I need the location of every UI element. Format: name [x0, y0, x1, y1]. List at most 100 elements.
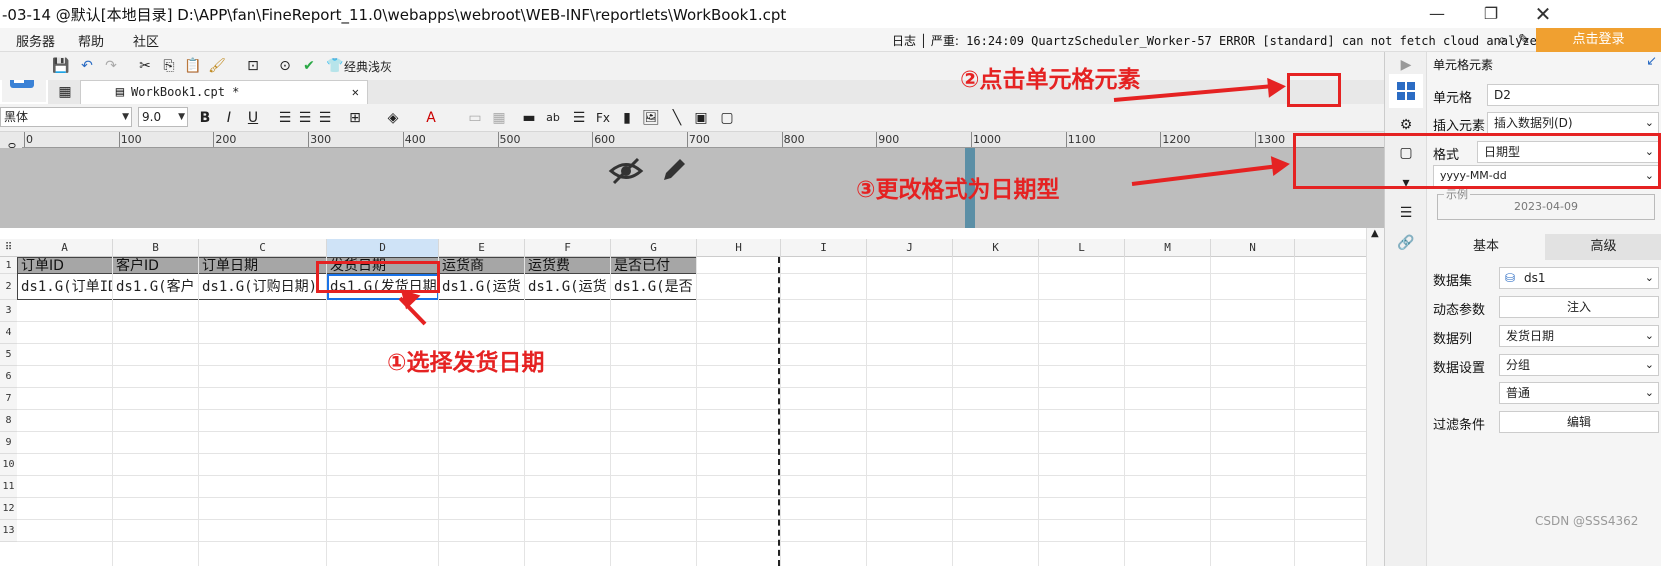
data-setting-select[interactable]: 分组 ⌄ — [1499, 354, 1659, 376]
row-header[interactable]: 1 — [0, 257, 17, 274]
row-header[interactable]: 6 — [0, 366, 17, 388]
fill-color-icon[interactable]: ◈ — [384, 109, 402, 127]
login-button[interactable]: 点击登录 — [1536, 28, 1661, 52]
insert-label: 插入元素 — [1433, 119, 1486, 134]
formula-icon[interactable]: Fx — [594, 109, 612, 127]
close-window-icon[interactable]: ✕ — [1532, 3, 1554, 25]
cell-b1[interactable]: 客户ID — [113, 257, 199, 274]
cell-g1[interactable]: 是否已付 — [611, 257, 697, 274]
cell-e2[interactable]: ds1.G(运货 — [439, 274, 525, 300]
datacol-select[interactable]: 发货日期 ⌄ — [1499, 325, 1659, 347]
file-tab[interactable]: ▤ WorkBook1.cpt * ✕ — [80, 80, 368, 104]
tab-advanced[interactable]: 高级 — [1545, 234, 1661, 260]
vertical-scrollbar[interactable]: ▲ — [1366, 228, 1384, 566]
insert-select[interactable]: 插入数据列(D) ⌄ — [1487, 112, 1659, 134]
border-icon[interactable]: ⊞ — [346, 109, 364, 127]
ruler-tick: 800 — [783, 133, 805, 146]
font-size-select[interactable]: 9.0 ▼ — [138, 107, 188, 127]
row-header[interactable]: 9 — [0, 432, 17, 454]
row-header[interactable]: 13 — [0, 520, 17, 542]
close-tab-icon[interactable]: ✕ — [352, 81, 359, 103]
theme-label[interactable]: 经典浅灰 — [344, 58, 392, 75]
paste-icon[interactable]: 📋 — [184, 57, 202, 75]
undo-icon[interactable]: ↶ — [78, 57, 96, 75]
chart-icon[interactable]: ▮ — [618, 109, 636, 127]
row-header[interactable]: 8 — [0, 410, 17, 432]
cell-border-icon[interactable]: ▢ — [718, 109, 736, 127]
cell-b2[interactable]: ds1.G(客户 — [113, 274, 199, 300]
arrowhead-step2 — [1267, 76, 1287, 98]
cell-g2[interactable]: ds1.G(是否 — [611, 274, 697, 300]
theme-icon[interactable]: 👕 — [326, 57, 344, 75]
insert-text-icon[interactable]: ▬ — [520, 109, 538, 127]
preview-icon[interactable]: ⊙ — [276, 57, 294, 75]
row-header[interactable]: 4 — [0, 322, 17, 344]
save-icon[interactable]: 💾 — [52, 57, 70, 75]
cell-f1[interactable]: 运货费 — [525, 257, 611, 274]
rich-text-icon[interactable]: ☰ — [570, 109, 588, 127]
ruler-line — [1065, 132, 1067, 147]
inject-button[interactable]: 注入 — [1499, 296, 1659, 318]
font-color-icon[interactable]: A — [422, 109, 440, 127]
cell-field[interactable]: D2 — [1487, 84, 1659, 106]
cell-f2[interactable]: ds1.G(运货 — [525, 274, 611, 300]
row-header[interactable]: 7 — [0, 388, 17, 410]
pencil-icon[interactable] — [658, 154, 690, 186]
edit-icon[interactable]: ✎ — [1515, 31, 1533, 49]
row-header[interactable]: 2 — [0, 274, 17, 300]
merge-icon[interactable]: ▭ — [466, 109, 484, 127]
grid-line — [438, 257, 439, 566]
format-painter-icon[interactable]: 🖌 — [208, 57, 226, 75]
copy-icon[interactable]: ⎘ — [160, 57, 178, 75]
hyperlink-icon[interactable]: 🔗 — [1397, 234, 1415, 252]
image-icon[interactable]: 🖼 — [642, 109, 660, 127]
cell-element-tab[interactable] — [1389, 74, 1423, 108]
sub-report-icon[interactable]: ▣ — [692, 109, 710, 127]
align-right-icon[interactable]: ☰ — [316, 109, 334, 127]
italic-icon[interactable]: I — [220, 109, 238, 127]
cell-e1[interactable]: 运货商 — [439, 257, 525, 274]
row-header[interactable]: 3 — [0, 300, 17, 322]
maximize-icon[interactable]: ❐ — [1480, 3, 1502, 25]
row-header[interactable]: 10 — [0, 454, 17, 476]
cell-a2[interactable]: ds1.G(订单ID — [17, 274, 113, 300]
align-left-icon[interactable]: ☰ — [276, 109, 294, 127]
row-header[interactable]: 11 — [0, 476, 17, 498]
pin-icon[interactable]: ↙ — [1646, 54, 1657, 69]
cell-c2[interactable]: ds1.G(订购日期) — [199, 274, 327, 300]
ruler-tick: 400 — [404, 133, 426, 146]
row-header[interactable]: 12 — [0, 498, 17, 520]
cell-attribute-icon[interactable]: ⚙ — [1397, 116, 1415, 134]
font-select[interactable]: 黑体 ▼ — [0, 107, 132, 127]
row-header[interactable]: 5 — [0, 344, 17, 366]
font-size-value: 9.0 — [142, 110, 162, 124]
align-center-icon[interactable]: ☰ — [296, 109, 314, 127]
slash-icon[interactable]: ╲ — [668, 109, 686, 127]
menu-server[interactable]: 服务器 — [16, 31, 55, 50]
insert-ab-icon[interactable]: ab — [544, 109, 562, 127]
dataset-select[interactable]: ⛁ ds1 ⌄ — [1499, 267, 1659, 289]
minimize-icon[interactable]: — — [1426, 3, 1448, 25]
menu-help[interactable]: 帮助 — [78, 31, 104, 50]
grid-line — [198, 257, 199, 566]
condition-icon[interactable]: ☰ — [1397, 204, 1415, 222]
underline-icon[interactable]: U — [244, 109, 262, 127]
redo-icon[interactable]: ↷ — [102, 57, 120, 75]
cell-a1[interactable]: 订单ID — [17, 257, 113, 274]
collapse-arrow-icon[interactable]: ▶ — [1397, 56, 1415, 74]
unmerge-icon[interactable]: ▦ — [490, 109, 508, 127]
check-icon[interactable]: ✔ — [300, 57, 318, 75]
tab-basic[interactable]: 基本 — [1427, 234, 1545, 260]
chevron-down-icon: ⌄ — [1644, 358, 1654, 371]
normal-select[interactable]: 普通 ⌄ — [1499, 382, 1659, 404]
cell-c1[interactable]: 订单日期 — [199, 257, 327, 274]
menu-community[interactable]: 社区 — [133, 31, 159, 50]
scroll-up-icon[interactable]: ▲ — [1371, 228, 1379, 239]
grid-view-icon[interactable]: ▦ — [56, 83, 74, 101]
cut-icon[interactable]: ✂ — [136, 57, 154, 75]
search-icon[interactable]: ⌕ — [1493, 31, 1511, 49]
hidden-eye-icon[interactable] — [608, 156, 644, 186]
find-icon[interactable]: ⊡ — [244, 57, 262, 75]
filter-edit-button[interactable]: 编辑 — [1499, 411, 1659, 433]
bold-icon[interactable]: B — [196, 109, 214, 127]
